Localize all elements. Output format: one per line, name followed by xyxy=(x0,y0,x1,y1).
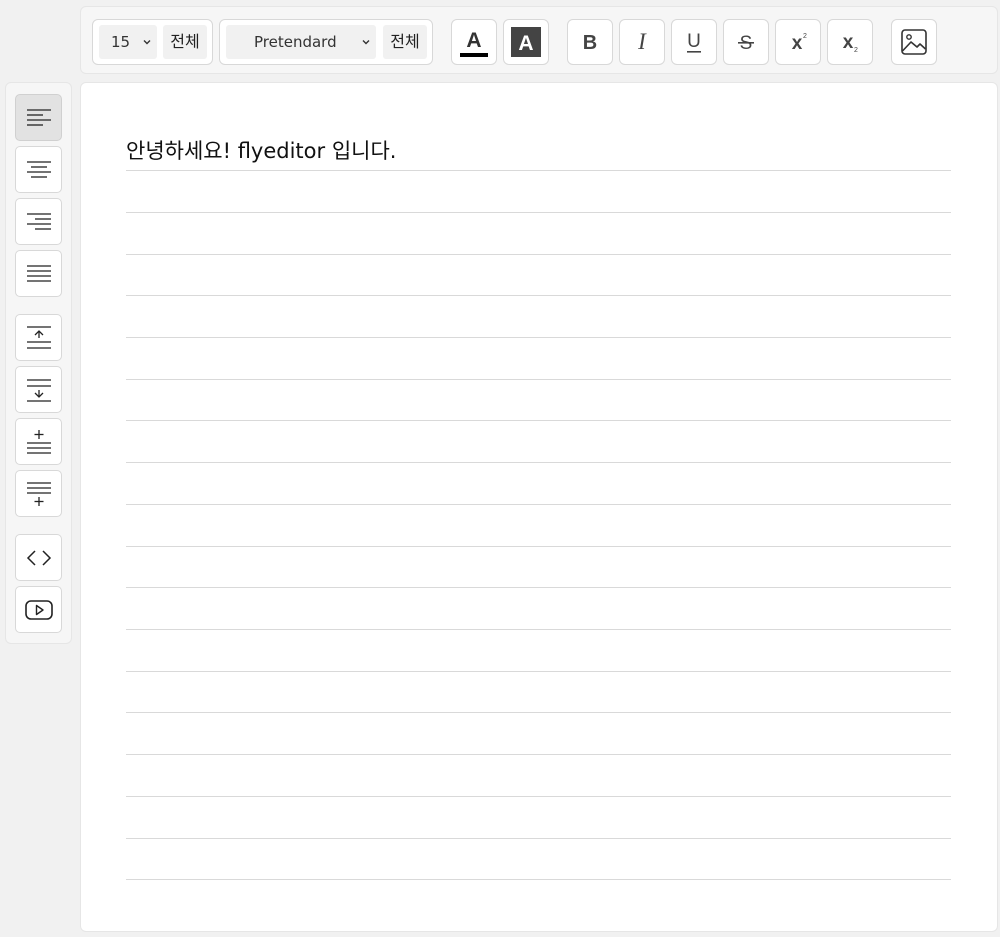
svg-text:U: U xyxy=(687,31,701,52)
font-family-apply-all-button[interactable]: 전체 xyxy=(383,25,427,59)
editor-content[interactable]: 안녕하세요! flyeditor 입니다. xyxy=(126,135,396,165)
font-family-value: Pretendard xyxy=(254,33,337,51)
align-center-icon xyxy=(26,160,51,178)
ruled-line xyxy=(126,420,951,421)
ruled-line xyxy=(126,879,951,880)
insert-line-above-button[interactable] xyxy=(15,418,62,465)
insert-line-above-icon xyxy=(26,429,51,454)
italic-icon: I xyxy=(637,29,647,54)
align-left-button[interactable] xyxy=(15,94,62,141)
background-color-button[interactable]: A xyxy=(503,19,549,65)
align-left-icon xyxy=(26,108,51,126)
youtube-icon xyxy=(24,599,53,620)
superscript-button[interactable]: x 2 xyxy=(775,19,821,65)
align-right-button[interactable] xyxy=(15,198,62,245)
ruled-line xyxy=(126,796,951,797)
subscript-button[interactable]: x 2 xyxy=(827,19,873,65)
editor-area[interactable]: 안녕하세요! flyeditor 입니다. xyxy=(80,82,998,932)
ruled-line xyxy=(126,546,951,547)
ruled-line xyxy=(126,587,951,588)
ruled-line xyxy=(126,170,951,171)
ruled-line xyxy=(126,254,951,255)
ruled-line xyxy=(126,462,951,463)
align-justify-icon xyxy=(26,264,51,282)
ruled-line xyxy=(126,337,951,338)
ruled-line xyxy=(126,295,951,296)
font-size-apply-all-button[interactable]: 전체 xyxy=(163,25,207,59)
chevron-down-icon xyxy=(361,25,371,47)
insert-image-button[interactable] xyxy=(891,19,937,65)
youtube-button[interactable] xyxy=(15,586,62,633)
font-family-select[interactable]: Pretendard xyxy=(226,25,376,59)
code-button[interactable] xyxy=(15,534,62,581)
underline-button[interactable]: U xyxy=(671,19,717,65)
svg-text:B: B xyxy=(583,32,597,54)
bold-button[interactable]: B xyxy=(567,19,613,65)
strikethrough-button[interactable]: S xyxy=(723,19,769,65)
image-icon xyxy=(901,29,927,55)
subscript-icon: x 2 xyxy=(843,32,858,54)
ruled-line xyxy=(126,212,951,213)
chevron-down-icon xyxy=(142,25,152,47)
strikethrough-icon: S xyxy=(738,33,754,54)
insert-line-below-button[interactable] xyxy=(15,470,62,517)
ruled-line xyxy=(126,629,951,630)
ruled-line xyxy=(126,379,951,380)
background-color-icon: A xyxy=(511,27,541,57)
italic-button[interactable]: I xyxy=(619,19,665,65)
svg-text:I: I xyxy=(637,29,647,54)
font-size-select[interactable]: 15 xyxy=(99,25,157,59)
align-right-icon xyxy=(26,212,51,230)
font-family-group: Pretendard 전체 xyxy=(219,19,433,65)
ruled-line xyxy=(126,838,951,839)
svg-text:x: x xyxy=(843,32,854,53)
svg-text:x: x xyxy=(792,33,803,54)
code-icon xyxy=(26,549,51,566)
align-justify-button[interactable] xyxy=(15,250,62,297)
svg-text:2: 2 xyxy=(854,47,858,54)
ruled-line xyxy=(126,712,951,713)
ruled-line xyxy=(126,754,951,755)
ruled-line xyxy=(126,671,951,672)
move-line-down-button[interactable] xyxy=(15,366,62,413)
font-size-value: 15 xyxy=(111,33,131,51)
ruled-line xyxy=(126,504,951,505)
text-color-icon: A xyxy=(460,29,488,57)
font-size-group: 15 전체 xyxy=(92,19,213,65)
superscript-icon: x 2 xyxy=(792,33,807,54)
text-color-button[interactable]: A xyxy=(451,19,497,65)
toolbar: 15 전체 Pretendard 전체 A A B I U S x 2 x 2 xyxy=(80,6,998,74)
move-line-up-icon xyxy=(26,325,51,349)
bold-icon: B xyxy=(583,32,597,54)
underline-icon: U xyxy=(687,31,701,53)
move-line-up-button[interactable] xyxy=(15,314,62,361)
sidebar xyxy=(5,82,72,644)
background-color-glyph: A xyxy=(518,32,533,55)
text-color-glyph: A xyxy=(466,29,481,52)
align-center-button[interactable] xyxy=(15,146,62,193)
svg-text:2: 2 xyxy=(803,33,807,40)
move-line-down-icon xyxy=(26,378,51,402)
insert-line-below-icon xyxy=(26,481,51,506)
